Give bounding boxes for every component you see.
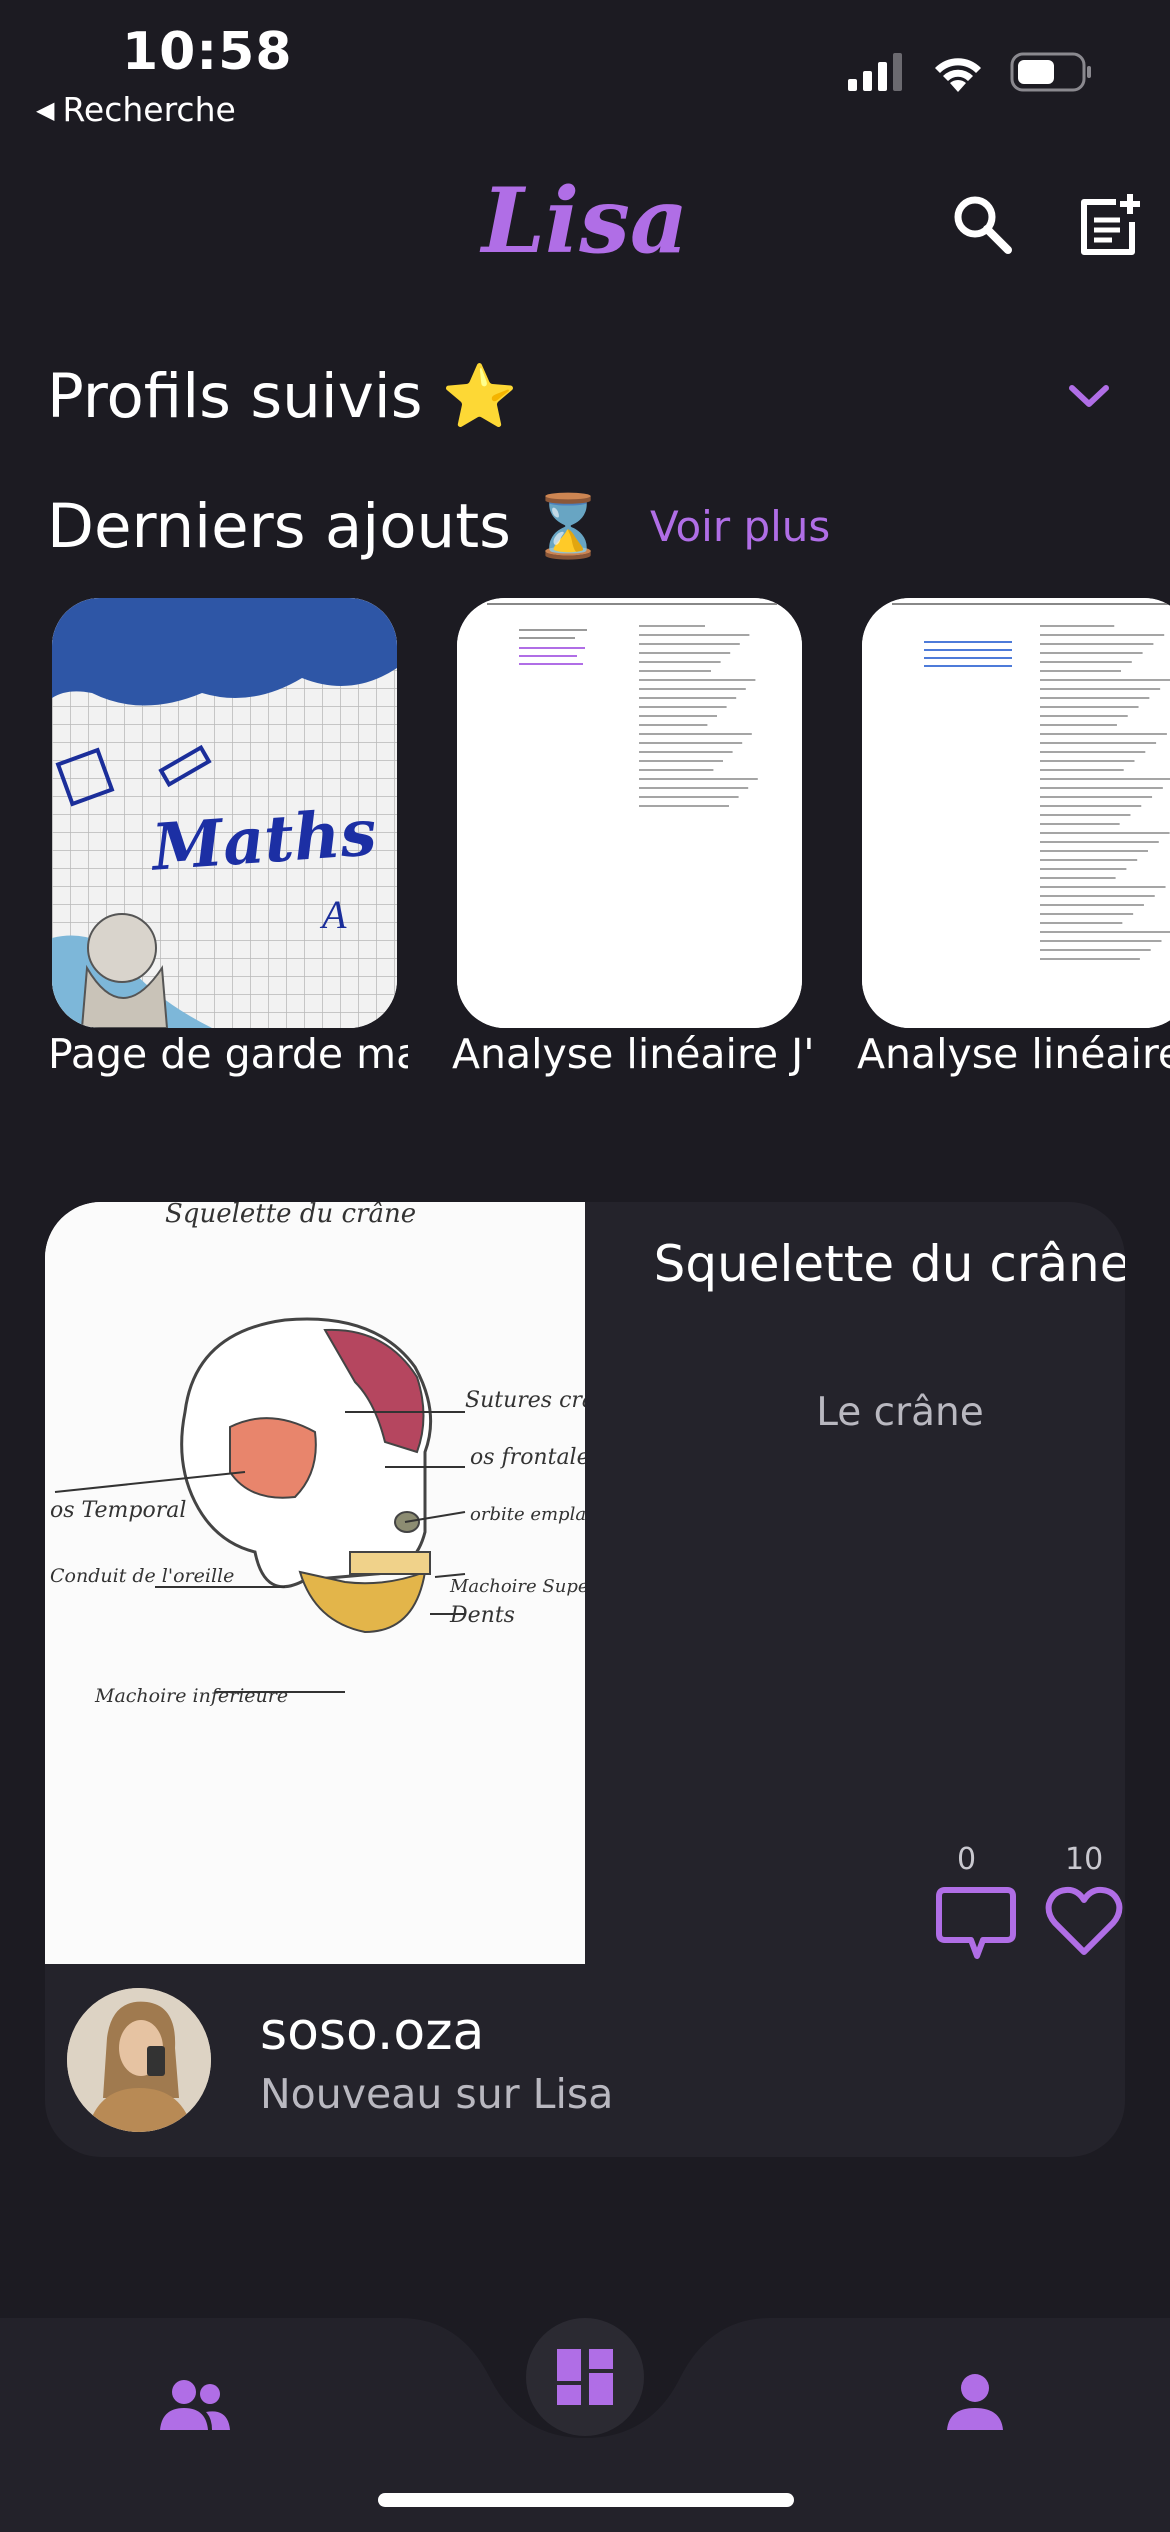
- followed-profiles-heading: Profils suivis ⭐: [47, 361, 518, 432]
- profile-icon[interactable]: [945, 2372, 1005, 2432]
- status-icons: [848, 52, 1092, 92]
- social-icon[interactable]: [158, 2378, 232, 2434]
- heart-icon[interactable]: [1045, 1886, 1123, 1958]
- image-label: Machoire Superieure: [449, 1576, 585, 1597]
- image-label: orbite emplacement du ne3: [470, 1504, 585, 1525]
- post-subtitle: Le crâne: [816, 1390, 984, 1435]
- image-label: os Temporal: [50, 1498, 186, 1523]
- image-label: os frontale: [470, 1445, 585, 1470]
- status-time: 10:58: [122, 22, 293, 82]
- chevron-down-icon[interactable]: [1064, 372, 1114, 422]
- back-to-search-link[interactable]: ◀ Recherche: [36, 90, 236, 129]
- cellular-signal-icon: [848, 53, 902, 91]
- image-label: Conduit de l'oreille: [50, 1565, 234, 1587]
- dashboard-icon: [557, 2349, 613, 2405]
- thumbnail-maths-text: Maths: [149, 795, 379, 886]
- image-caption: Squelette du crâne: [165, 1202, 416, 1229]
- recent-additions-heading: Derniers ajouts ⌛: [47, 491, 607, 562]
- home-indicator: [378, 2493, 794, 2507]
- svg-text:A: A: [319, 892, 347, 937]
- image-label: Sutures crâniennes: [465, 1388, 585, 1413]
- search-icon[interactable]: [950, 192, 1014, 256]
- author-avatar[interactable]: [67, 1988, 211, 2132]
- wifi-icon: [935, 58, 981, 92]
- comment-icon[interactable]: [935, 1882, 1017, 1962]
- battery-icon: [1010, 52, 1091, 92]
- post-title: Squelette du crâne.: [653, 1235, 1125, 1293]
- recent-item-thumbnail[interactable]: [457, 598, 802, 1028]
- post-image[interactable]: Squelette du crâne Sutures crâniennes os…: [45, 1202, 722, 1964]
- new-post-icon[interactable]: [1076, 192, 1142, 258]
- recent-item-title[interactable]: Page de garde ma: [48, 1030, 408, 1078]
- image-label: Machoire inferieure: [94, 1685, 288, 1707]
- recent-item-title[interactable]: Analyse linéaire J'é: [452, 1030, 812, 1078]
- author-username[interactable]: soso.oza: [260, 2002, 484, 2062]
- comment-count: 0: [957, 1842, 977, 1877]
- back-label: Recherche: [62, 90, 236, 129]
- image-label: Dents: [449, 1603, 515, 1628]
- author-status: Nouveau sur Lisa: [260, 2070, 614, 2118]
- back-triangle-icon: ◀: [36, 95, 55, 124]
- like-count: 10: [1065, 1842, 1104, 1877]
- recent-item-title[interactable]: Analyse linéaire: [857, 1030, 1170, 1078]
- recent-item-thumbnail[interactable]: A Maths: [52, 598, 397, 1028]
- recent-item-thumbnail[interactable]: [862, 598, 1170, 1028]
- post-card[interactable]: Squelette du crâne Sutures crâniennes os…: [45, 1202, 1125, 2157]
- dashboard-tab[interactable]: [526, 2318, 644, 2436]
- see-more-link[interactable]: Voir plus: [650, 502, 830, 551]
